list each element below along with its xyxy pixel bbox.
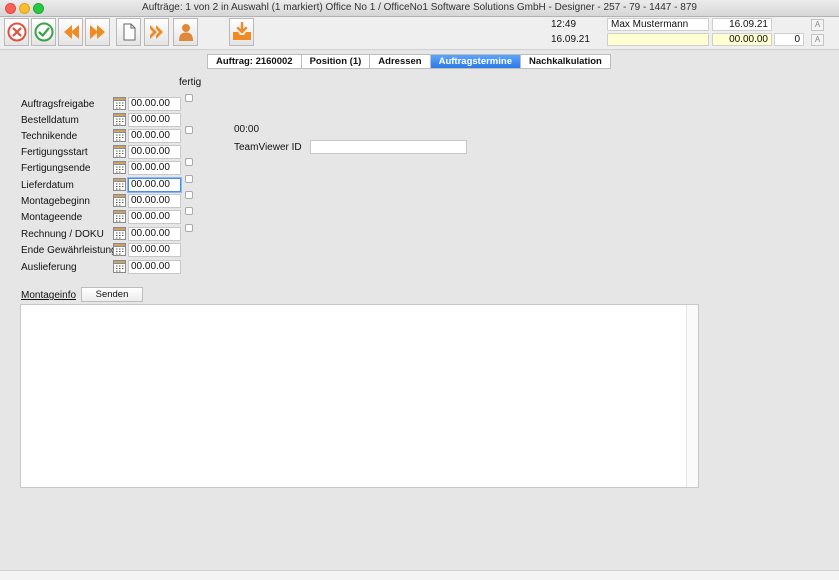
cancel-icon	[7, 22, 26, 42]
date-label: Lieferdatum	[21, 180, 74, 191]
send-button[interactable]: Senden	[81, 287, 143, 302]
date-display: 16.09.21	[551, 34, 590, 45]
fertig-header: fertig	[179, 77, 202, 88]
confirm-button[interactable]	[31, 18, 56, 46]
skip-forward-button[interactable]	[144, 18, 169, 46]
confirm-icon	[34, 22, 53, 42]
fertig-checkbox[interactable]	[185, 207, 193, 215]
date-label: Fertigungsstart	[21, 147, 88, 158]
date-label: Montageende	[21, 212, 83, 223]
date-input[interactable]: 00.00.00	[128, 243, 181, 257]
fertig-checkbox[interactable]	[185, 126, 193, 134]
tab-auftragstermine[interactable]: Auftragstermine	[430, 55, 521, 68]
next-icon	[89, 25, 105, 39]
calendar-icon[interactable]	[113, 161, 126, 174]
time-value: 00:00	[234, 124, 260, 135]
tab-nachkalkulation[interactable]: Nachkalkulation	[520, 55, 610, 68]
amount-field: 00.00.00	[712, 33, 772, 46]
calendar-icon[interactable]	[113, 97, 126, 110]
tab-adressen[interactable]: Adressen	[370, 55, 431, 68]
title-bar: Aufträge: 1 von 2 in Auswahl (1 markiert…	[0, 0, 839, 17]
date-input[interactable]: 00.00.00	[128, 129, 181, 143]
date-label: Rechnung / DOKU	[21, 229, 104, 240]
date-input[interactable]: 00.00.00	[128, 260, 181, 274]
fertig-checkbox[interactable]	[185, 94, 193, 102]
fertig-checkbox[interactable]	[185, 224, 193, 232]
date-label: Fertigungsende	[21, 163, 91, 174]
yellow-field	[607, 33, 709, 46]
new-document-icon	[123, 23, 135, 41]
date-input[interactable]: 00.00.00	[128, 161, 181, 175]
skip-forward-icon	[149, 25, 163, 39]
window-title: Aufträge: 1 von 2 in Auswahl (1 markiert…	[142, 2, 697, 13]
montageinfo-textarea[interactable]	[20, 304, 699, 488]
date-label: Bestelldatum	[21, 115, 79, 126]
textarea-scrollbar[interactable]	[686, 305, 698, 487]
date-input[interactable]: 00.00.00	[128, 113, 181, 127]
new-document-button[interactable]	[116, 18, 141, 46]
next-record-button[interactable]	[85, 18, 110, 46]
calendar-icon[interactable]	[113, 260, 126, 273]
date-label: Montagebeginn	[21, 196, 90, 207]
date-field-right: 16.09.21	[712, 18, 772, 31]
tab-position[interactable]: Position (1)	[301, 55, 371, 68]
date-label: Auslieferung	[21, 262, 77, 273]
person-button[interactable]	[173, 18, 198, 46]
person-icon	[178, 24, 193, 41]
teamviewer-input[interactable]	[310, 140, 467, 154]
calendar-icon[interactable]	[113, 210, 126, 223]
current-time: 12:49	[551, 19, 577, 30]
calendar-icon[interactable]	[113, 129, 126, 142]
previous-icon	[63, 25, 79, 39]
fertig-checkbox[interactable]	[185, 158, 193, 166]
tab-auftrag[interactable]: Auftrag: 2160002	[208, 55, 302, 68]
date-label: Ende Gewährleistung	[21, 245, 117, 256]
date-input[interactable]: 00.00.00	[128, 194, 181, 208]
date-input[interactable]: 00.00.00	[128, 145, 181, 159]
calendar-icon[interactable]	[113, 113, 126, 126]
fertig-checkbox[interactable]	[185, 191, 193, 199]
count-field: 0	[774, 33, 804, 46]
calendar-icon[interactable]	[113, 194, 126, 207]
date-label: Technikende	[21, 131, 78, 142]
font-decrease-button[interactable]: A	[811, 34, 824, 46]
cancel-button[interactable]	[4, 18, 29, 46]
calendar-icon[interactable]	[113, 227, 126, 240]
calendar-icon[interactable]	[113, 243, 126, 256]
date-input[interactable]: 00.00.00	[128, 178, 181, 192]
toolbar: 12:49 Max Mustermann 16.09.21 A 16.09.21…	[0, 17, 839, 50]
inbox-download-button[interactable]	[229, 18, 254, 46]
date-input[interactable]: 00.00.00	[128, 97, 181, 111]
calendar-icon[interactable]	[113, 178, 126, 191]
tab-bar: Auftrag: 2160002 Position (1) Adressen A…	[207, 54, 611, 69]
calendar-icon[interactable]	[113, 145, 126, 158]
date-input[interactable]: 00.00.00	[128, 210, 181, 224]
date-label: Auftragsfreigabe	[21, 99, 95, 110]
teamviewer-label: TeamViewer ID	[234, 142, 302, 153]
previous-record-button[interactable]	[58, 18, 83, 46]
inbox-download-icon	[232, 22, 251, 40]
date-input[interactable]: 00.00.00	[128, 227, 181, 241]
fertig-checkbox[interactable]	[185, 175, 193, 183]
status-bar	[0, 570, 839, 580]
montageinfo-label: Montageinfo	[21, 290, 77, 301]
font-increase-button[interactable]: A	[811, 19, 824, 31]
user-name-field: Max Mustermann	[607, 18, 709, 31]
